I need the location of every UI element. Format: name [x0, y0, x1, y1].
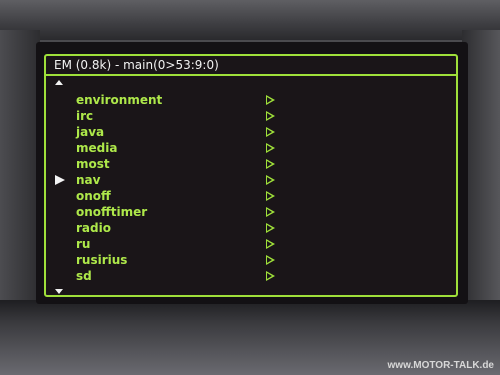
menu-item-label: irc	[76, 109, 94, 123]
menu-item-label: environment	[76, 93, 163, 107]
menu-item-onofftimer[interactable]: onofftimer	[46, 204, 456, 220]
menu-item-environment[interactable]: environment	[46, 92, 456, 108]
display-bezel-left	[0, 30, 40, 310]
window-title: EM (0.8k) - main(0>53:9:0)	[54, 58, 219, 72]
submenu-arrow-icon	[266, 255, 275, 265]
submenu-arrow-icon	[266, 175, 275, 185]
selection-arrow-icon	[55, 175, 65, 185]
menu-item-sd[interactable]: sd	[46, 268, 456, 284]
menu-item-label: most	[76, 157, 110, 171]
scroll-up-icon[interactable]	[55, 80, 63, 85]
menu-item-radio[interactable]: radio	[46, 220, 456, 236]
menu-item-onoff[interactable]: onoff	[46, 188, 456, 204]
menu-item-most[interactable]: most	[46, 156, 456, 172]
menu-item-label: nav	[76, 173, 101, 187]
menu-item-label: ru	[76, 237, 91, 251]
menu-list: environment irc java media most nav onoff onoff…	[46, 92, 456, 284]
submenu-arrow-icon	[266, 223, 275, 233]
title-bar: EM (0.8k) - main(0>53:9:0)	[46, 56, 456, 76]
scroll-down-icon[interactable]	[55, 289, 63, 294]
submenu-arrow-icon	[266, 127, 275, 137]
display-bezel-top	[0, 0, 500, 40]
submenu-arrow-icon	[266, 111, 275, 121]
menu-item-nav[interactable]: nav	[46, 172, 456, 188]
submenu-arrow-icon	[266, 191, 275, 201]
menu-item-java[interactable]: java	[46, 124, 456, 140]
submenu-arrow-icon	[266, 143, 275, 153]
menu-item-label: rusirius	[76, 253, 128, 267]
submenu-arrow-icon	[266, 239, 275, 249]
submenu-arrow-icon	[266, 271, 275, 281]
submenu-arrow-icon	[266, 95, 275, 105]
menu-item-label: onoff	[76, 189, 111, 203]
menu-item-label: onofftimer	[76, 205, 148, 219]
menu-item-media[interactable]: media	[46, 140, 456, 156]
menu-item-label: java	[76, 125, 105, 139]
menu-item-label: radio	[76, 221, 111, 235]
menu-item-irc[interactable]: irc	[46, 108, 456, 124]
menu-item-label: media	[76, 141, 118, 155]
menu-item-label: sd	[76, 269, 92, 283]
submenu-arrow-icon	[266, 159, 275, 169]
submenu-arrow-icon	[266, 207, 275, 217]
menu-item-rusirius[interactable]: rusirius	[46, 252, 456, 268]
menu-item-ru[interactable]: ru	[46, 236, 456, 252]
watermark: www.MOTOR-TALK.de	[387, 360, 494, 371]
engineering-menu-window: EM (0.8k) - main(0>53:9:0) environment ir…	[44, 54, 458, 297]
